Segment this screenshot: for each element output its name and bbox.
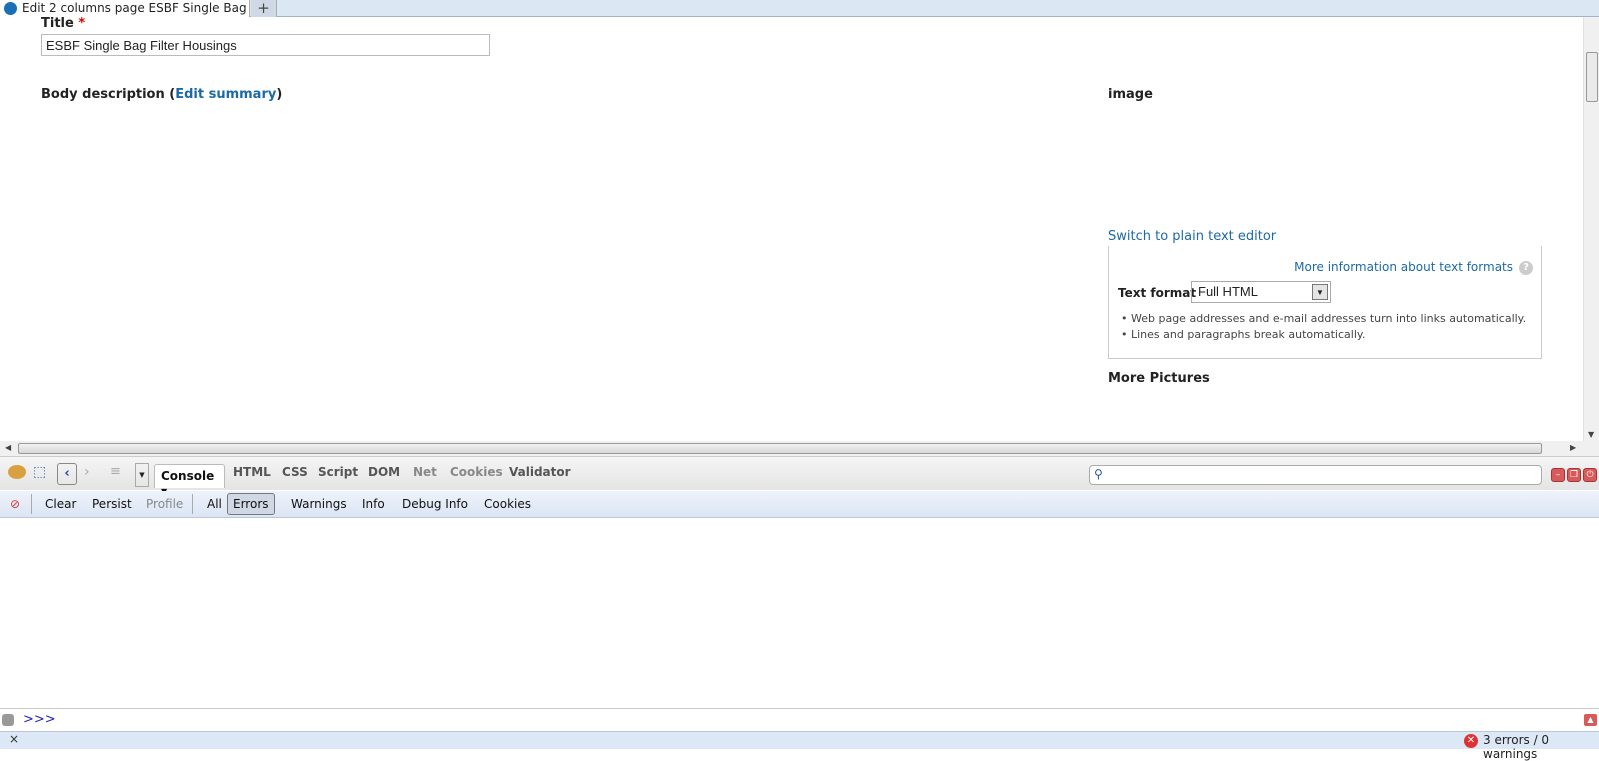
horizontal-scrollbar[interactable]: ◀ ▶ [0, 441, 1599, 456]
divider [192, 494, 193, 514]
chevron-down-icon: ▼ [1312, 284, 1328, 300]
back-icon[interactable]: ‹ [57, 463, 77, 485]
body-label-text: Body description ( [41, 87, 176, 102]
tab-dom[interactable]: DOM [368, 465, 400, 479]
drupal-icon [4, 2, 17, 15]
edit-summary-link[interactable]: Edit summary [175, 87, 276, 102]
firebug-search-input[interactable]: ⚲ [1089, 465, 1542, 485]
text-format-value: Full HTML [1198, 284, 1258, 299]
tab-validator[interactable]: Validator [509, 465, 571, 479]
filter-cookies[interactable]: Cookies [480, 496, 535, 512]
text-format-box: More information about text formats ? Te… [1108, 246, 1542, 359]
tab-console-label: Console [161, 469, 215, 483]
body-description-label: Body description (Edit summary) [41, 87, 282, 102]
profile-button[interactable]: Profile [142, 496, 187, 512]
tab-net[interactable]: Net [413, 465, 437, 479]
filter-errors[interactable]: Errors [227, 493, 275, 515]
error-count[interactable]: 3 errors / 0 warnings [1483, 733, 1599, 761]
text-format-select[interactable]: Full HTML ▼ [1191, 281, 1331, 303]
image-label: image [1108, 87, 1153, 102]
switch-editor-link[interactable]: Switch to plain text editor [1108, 229, 1276, 244]
scroll-right-icon[interactable]: ▶ [1570, 443, 1576, 452]
body-label-end: ) [276, 87, 283, 102]
list-icon[interactable]: ≡ [110, 464, 121, 479]
close-firebug-button[interactable]: ⏻ [1583, 468, 1597, 482]
tab-title: Edit 2 columns page ESBF Single Bag Filt… [22, 1, 249, 15]
more-info-link[interactable]: More information about text formats [1294, 260, 1513, 274]
status-bar: × ✕ 3 errors / 0 warnings [0, 731, 1599, 761]
forward-icon[interactable]: › [84, 464, 90, 480]
detach-button[interactable]: ❐ [1567, 468, 1581, 482]
tab-script[interactable]: Script [318, 465, 358, 479]
tip-text: Web page addresses and e-mail addresses … [1131, 312, 1527, 325]
search-icon: ⚲ [1094, 467, 1103, 481]
clear-button[interactable]: Clear [41, 496, 80, 512]
scroll-thumb[interactable] [1586, 52, 1598, 102]
firebug-toolbar: ⬚ ‹ › ≡ ▼ Console ▼ HTML CSS Script DOM … [0, 456, 1599, 496]
error-icon: ✕ [1464, 734, 1478, 748]
expand-command-icon[interactable]: ▲ [1584, 714, 1597, 726]
persist-button[interactable]: Persist [88, 496, 136, 512]
tip-item: • Lines and paragraphs break automatical… [1121, 328, 1366, 341]
minimize-button[interactable]: – [1551, 468, 1565, 482]
new-tab-button[interactable]: + [251, 0, 277, 17]
title-label-text: Title [41, 16, 74, 31]
filter-info[interactable]: Info [358, 496, 389, 512]
filter-debug-info[interactable]: Debug Info [398, 496, 472, 512]
scroll-down-icon[interactable]: ▼ [1588, 430, 1594, 439]
tip-text: Lines and paragraphs break automatically… [1131, 328, 1366, 341]
browser-tab-bar: Edit 2 columns page ESBF Single Bag Filt… [0, 0, 1599, 17]
vertical-scrollbar[interactable]: ▼ [1583, 17, 1599, 441]
tab-console[interactable]: Console ▼ [154, 464, 225, 496]
tab-html[interactable]: HTML [233, 465, 271, 479]
browser-tab[interactable]: Edit 2 columns page ESBF Single Bag Filt… [0, 0, 250, 17]
tab-cookies[interactable]: Cookies [450, 465, 503, 479]
firebug-icon[interactable] [8, 465, 26, 479]
more-pictures-label: More Pictures [1108, 371, 1210, 386]
title-input[interactable] [41, 34, 490, 56]
divider [31, 494, 32, 514]
scroll-left-icon[interactable]: ◀ [5, 443, 11, 452]
inspect-icon[interactable]: ⬚ [33, 464, 46, 480]
tab-css[interactable]: CSS [282, 465, 308, 479]
required-mark: * [78, 16, 86, 31]
command-line[interactable]: >>> ▲ [0, 708, 1599, 731]
filter-all[interactable]: All [203, 496, 226, 512]
filter-warnings[interactable]: Warnings [287, 496, 351, 512]
scroll-thumb[interactable] [18, 443, 1542, 454]
break-on-error-icon[interactable]: ⊘ [10, 497, 24, 511]
close-icon[interactable]: × [9, 732, 19, 746]
tip-item: • Web page addresses and e-mail addresse… [1121, 312, 1527, 325]
text-format-label: Text format [1118, 286, 1197, 300]
console-toolbar: ⊘ Clear Persist Profile All Errors Warni… [0, 491, 1599, 518]
command-prompt: >>> [23, 712, 56, 727]
tab-menu-dropdown[interactable]: ▼ [135, 463, 149, 487]
title-label: Title * [41, 16, 85, 31]
help-icon[interactable]: ? [1519, 261, 1533, 275]
command-menu-icon[interactable] [2, 714, 14, 726]
